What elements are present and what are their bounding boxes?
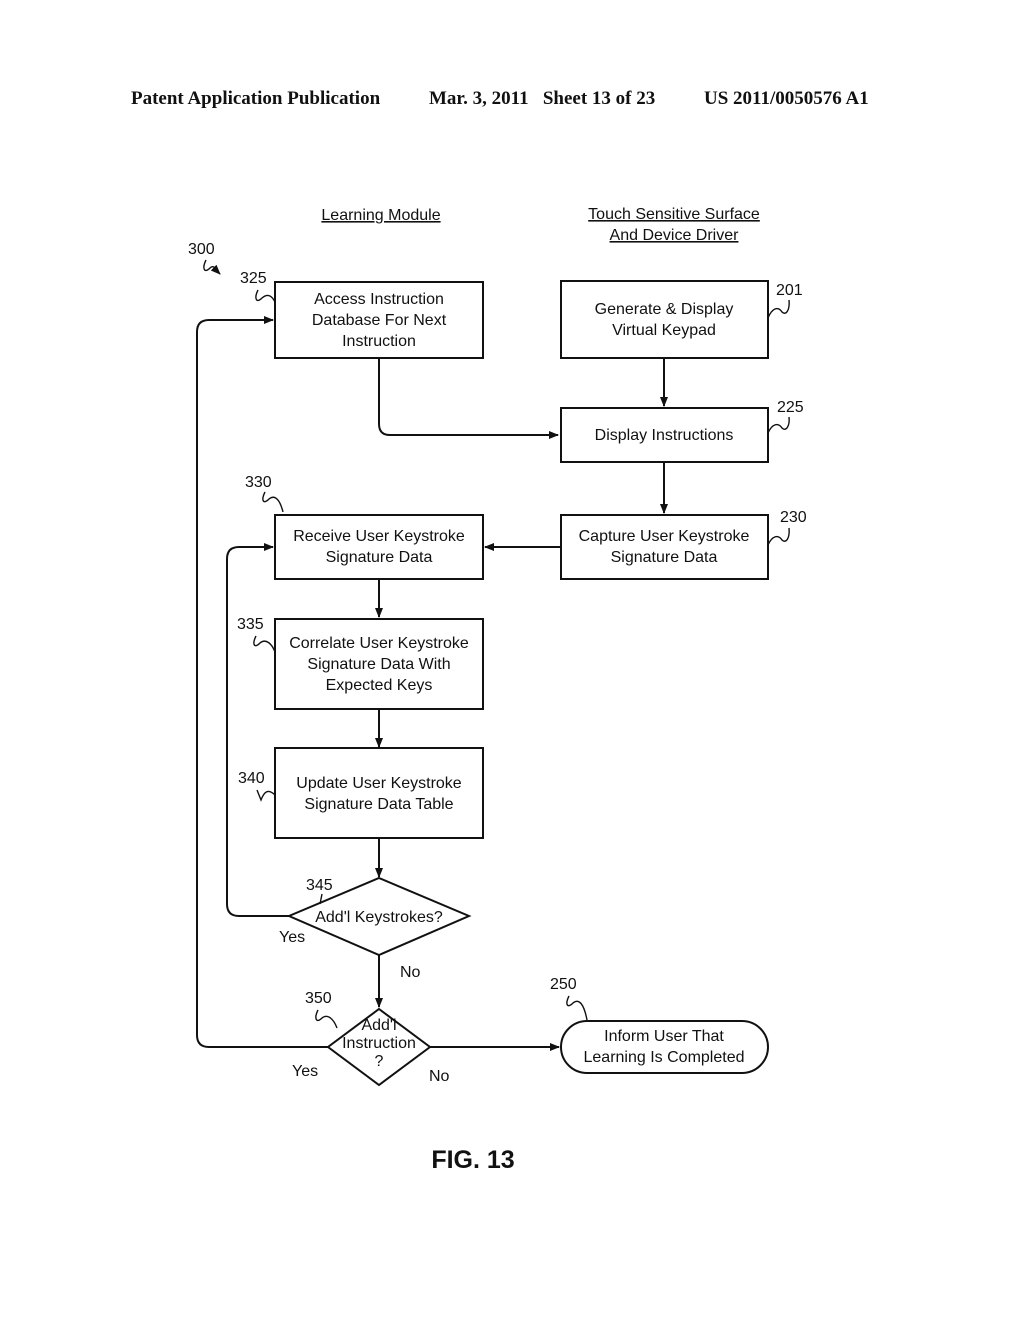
decision-350-yes-label: Yes xyxy=(292,1063,318,1080)
node-340-update-signature-table: Update User Keystroke Signature Data Tab… xyxy=(238,747,484,839)
node-225-display-instructions: Display Instructions 225 xyxy=(560,399,804,463)
node-330-receive-keystroke-data: Receive User Keystroke Signature Data 33… xyxy=(245,474,484,580)
ref-340: 340 xyxy=(238,770,265,787)
ref-325: 325 xyxy=(240,270,267,287)
ref-225: 225 xyxy=(777,399,804,416)
column-heading-learning-module: Learning Module xyxy=(321,207,440,224)
svg-text:Learning Is Completed: Learning Is Completed xyxy=(584,1049,745,1066)
svg-text:Signature Data: Signature Data xyxy=(611,549,718,566)
svg-text:Expected Keys: Expected Keys xyxy=(326,677,433,694)
decision-345-addl-keystrokes: Add'l Keystrokes? 345 Yes No xyxy=(279,876,472,981)
ref-300-squiggle-arrow xyxy=(203,259,221,275)
svg-text:Correlate User Keystroke: Correlate User Keystroke xyxy=(289,635,469,652)
node-335-correlate-keystroke-data: Correlate User Keystroke Signature Data … xyxy=(237,616,484,710)
svg-text:Add'l Keystrokes?: Add'l Keystrokes? xyxy=(315,909,443,926)
svg-text:Update User Keystroke: Update User Keystroke xyxy=(296,775,462,792)
arrow-345-yes-loop xyxy=(226,543,289,917)
svg-text:Virtual Keypad: Virtual Keypad xyxy=(612,322,716,339)
svg-text:Capture User Keystroke: Capture User Keystroke xyxy=(579,528,750,545)
svg-text:Database For Next: Database For Next xyxy=(312,312,447,329)
figure-label: FIG. 13 xyxy=(431,1146,514,1174)
ref-350: 350 xyxy=(305,990,332,1007)
svg-text:Add'l: Add'l xyxy=(361,1017,396,1034)
ref-335: 335 xyxy=(237,616,264,633)
ref-330: 330 xyxy=(245,474,272,491)
column-heading-touch-surface-2: And Device Driver xyxy=(610,227,740,244)
node-201-generate-display-keypad: Generate & Display Virtual Keypad 201 xyxy=(560,280,803,359)
ref-250: 250 xyxy=(550,976,577,993)
ref-345: 345 xyxy=(306,877,333,894)
svg-text:Signature Data Table: Signature Data Table xyxy=(304,796,453,813)
ref-201: 201 xyxy=(776,282,803,299)
svg-text:Inform User That: Inform User That xyxy=(604,1028,724,1045)
ref-300: 300 xyxy=(188,241,215,258)
decision-345-yes-label: Yes xyxy=(279,929,305,946)
flowchart: Learning Module Touch Sensitive Surface … xyxy=(188,206,807,1174)
svg-text:Signature Data: Signature Data xyxy=(326,549,433,566)
node-325-access-instruction-database: Access Instruction Database For Next Ins… xyxy=(240,270,484,359)
svg-text:Display Instructions: Display Instructions xyxy=(595,427,734,444)
node-230-capture-keystroke-data: Capture User Keystroke Signature Data 23… xyxy=(560,509,807,580)
svg-text:Instruction: Instruction xyxy=(342,333,416,350)
terminal-250-inform-user-completed: Inform User That Learning Is Completed 2… xyxy=(550,976,769,1074)
ref-230: 230 xyxy=(780,509,807,526)
svg-text:?: ? xyxy=(375,1053,384,1070)
svg-text:Signature Data With: Signature Data With xyxy=(307,656,450,673)
svg-text:Receive User Keystroke: Receive User Keystroke xyxy=(293,528,465,545)
decision-350-addl-instruction: Add'l Instruction ? 350 Yes No xyxy=(292,990,450,1087)
svg-text:Generate & Display: Generate & Display xyxy=(595,301,734,318)
svg-text:Instruction: Instruction xyxy=(342,1035,416,1052)
svg-text:Access Instruction: Access Instruction xyxy=(314,291,444,308)
decision-345-no-label: No xyxy=(400,964,421,981)
arrow-325-to-225 xyxy=(378,358,559,439)
decision-350-no-label: No xyxy=(429,1068,450,1085)
column-heading-touch-surface-1: Touch Sensitive Surface xyxy=(588,206,760,223)
